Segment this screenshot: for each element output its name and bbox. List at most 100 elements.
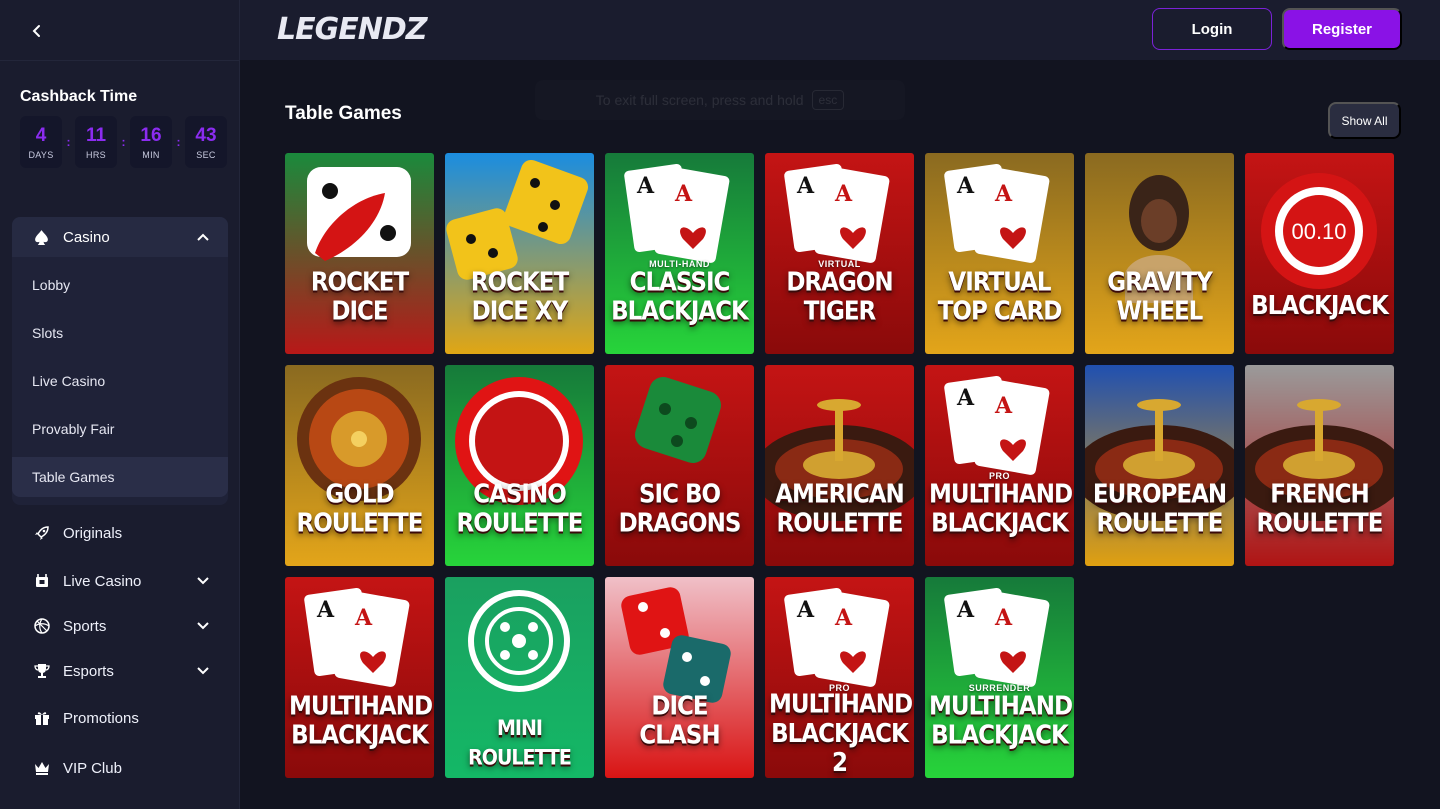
timer-seconds-label: SEC [196,149,216,160]
nav-item-originals[interactable]: Originals [12,513,228,553]
gift-icon [32,709,51,728]
svg-text:A: A [956,173,975,199]
timer-seconds-value: 43 [195,124,217,146]
game-card[interactable]: FRENCH ROULETTE [1245,365,1394,566]
game-card-title-line1: MINI ROULETTE [468,716,572,770]
casino-item-lobby[interactable]: Lobby [12,265,228,305]
game-card[interactable]: A A MULTIHAND BLACKJACK [285,577,434,778]
svg-text:A: A [994,393,1013,419]
game-card[interactable]: A A PRO MULTIHAND BLACKJACK [925,365,1074,566]
game-card-title-line1: CASINO [473,479,567,509]
chevron-down-icon [193,572,212,591]
game-card-title: DICE CLASH [609,692,750,750]
timer-days-value: 4 [35,124,47,146]
game-card-title-line1: MULTIHAND [769,690,913,720]
game-card[interactable]: EUROPEAN ROULETTE [1085,365,1234,566]
game-card-title-line2: BLACKJACK [291,721,429,751]
timer-separator: : [176,135,181,149]
back-arrow-icon[interactable] [26,20,48,42]
casino-item-table-games[interactable]: Table Games [12,457,228,497]
game-card-title-line1: ROCKET [470,267,569,297]
game-card-title-line1: DICE [651,691,708,721]
nav-item-vip-club[interactable]: VIP Club [12,748,228,788]
nav-item-live-casino[interactable]: Live Casino [12,561,228,601]
cashback-timer: 4 DAYS : 11 HRS : 16 MIN : 43 SEC [20,116,227,168]
svg-text:A: A [316,597,335,623]
casino-menu-toggle[interactable]: Casino [12,217,228,257]
game-card-title: CASINO ROULETTE [449,480,590,538]
live-casino-icon [32,572,51,591]
svg-text:A: A [994,181,1013,207]
cashback-title: Cashback Time [20,88,138,105]
game-card-title: MULTIHAND BLACKJACK [289,692,433,751]
nav-item-label: VIP Club [63,759,122,777]
game-card-title-line1: DRAGON [786,267,893,297]
fullscreen-hint: To exit full screen, press and hold esc [535,80,905,120]
nav-item-promotions[interactable]: Promotions [12,698,228,738]
svg-text:A: A [636,173,655,199]
login-button[interactable]: Login [1152,8,1272,50]
rocket-icon [32,524,51,543]
game-card-title-line1: MULTIHAND [929,479,1073,509]
timer-hours-label: HRS [86,149,106,160]
casino-item-provably-fair[interactable]: Provably Fair [12,409,228,449]
game-card-art: 00.10 [1261,173,1377,289]
game-card-title-line2: BLACKJACK [931,721,1069,751]
game-card[interactable]: A A MULTI-HAND CLASSIC BLACKJACK [605,153,754,354]
timer-separator: : [66,135,71,149]
game-card-title-line1: MULTIHAND [929,691,1073,721]
logo-text: LEGENDZ [277,11,427,47]
game-card[interactable]: A A VIRTUAL TOP CARD [925,153,1074,354]
game-card-title: FRENCH ROULETTE [1249,480,1390,538]
game-card-title-line2: ROULETTE [1096,509,1224,539]
game-card[interactable]: AMERICAN ROULETTE [765,365,914,566]
nav-item-sports[interactable]: Sports [12,606,228,646]
game-card[interactable]: MINI ROULETTE [445,577,594,778]
game-card[interactable]: GRAVITY WHEEL [1085,153,1234,354]
spade-icon [32,228,51,247]
game-card-title-line1: SIC BO [638,479,721,509]
svg-text:A: A [796,597,815,623]
game-card-title-line2: DICE XY [471,297,569,327]
nav-item-label: Promotions [63,709,139,727]
timer-minutes-label: MIN [142,149,160,160]
game-card[interactable]: GOLD ROULETTE [285,365,434,566]
sports-ball-icon [32,617,51,636]
svg-text:A: A [674,181,693,207]
game-card[interactable]: ROCKET DICE XY [445,153,594,354]
nav-item-label: Esports [63,662,114,680]
game-card-title: MULTIHAND BLACKJACK [929,479,1073,538]
svg-text:00.10: 00.10 [1291,219,1346,244]
game-card-title: AMERICAN ROULETTE [769,480,910,538]
game-card-title-line2: DRAGONS [618,509,742,539]
section-title: Table Games [285,103,402,124]
casino-item-slots[interactable]: Slots [12,313,228,353]
game-card[interactable]: A A SURRENDER MULTIHAND BLACKJACK [925,577,1074,778]
game-card[interactable]: A A PRO MULTIHAND BLACKJACK 2 [765,577,914,778]
sidebar-divider [0,60,239,61]
nav-item-esports[interactable]: Esports [12,651,228,691]
game-card-title-line1: GRAVITY [1107,267,1213,297]
casino-item-live-casino[interactable]: Live Casino [12,361,228,401]
game-card[interactable]: ROCKET DICE [285,153,434,354]
game-card-title: MINI ROULETTE [449,714,590,772]
register-button[interactable]: Register [1282,8,1402,50]
game-card[interactable]: DICE CLASH [605,577,754,778]
nav-item-label: Sports [63,617,107,635]
legendz-logo[interactable]: LEGENDZ [277,11,427,47]
game-card-title-line1: VIRTUAL [948,267,1051,297]
game-card-title: VIRTUAL TOP CARD [929,268,1070,326]
game-card[interactable]: SIC BO DRAGONS [605,365,754,566]
game-card-title-line1: AMERICAN [775,479,905,509]
game-card-title: GOLD ROULETTE [289,480,430,538]
casino-menu-label: Casino [63,228,110,246]
game-card-title-line2: ROULETTE [776,509,904,539]
game-card-title: MULTIHAND BLACKJACK 2 [769,690,913,778]
game-card-title-line2: ROULETTE [296,509,424,539]
show-all-button[interactable]: Show All [1328,102,1401,139]
game-card-title-line2: DICE [331,297,388,327]
game-card[interactable]: A A VIRTUAL DRAGON TIGER [765,153,914,354]
game-card-title-line2: BLACKJACK 2 [771,719,909,778]
game-card[interactable]: CASINO ROULETTE [445,365,594,566]
game-card[interactable]: 00.10 BLACKJACK [1245,153,1394,354]
